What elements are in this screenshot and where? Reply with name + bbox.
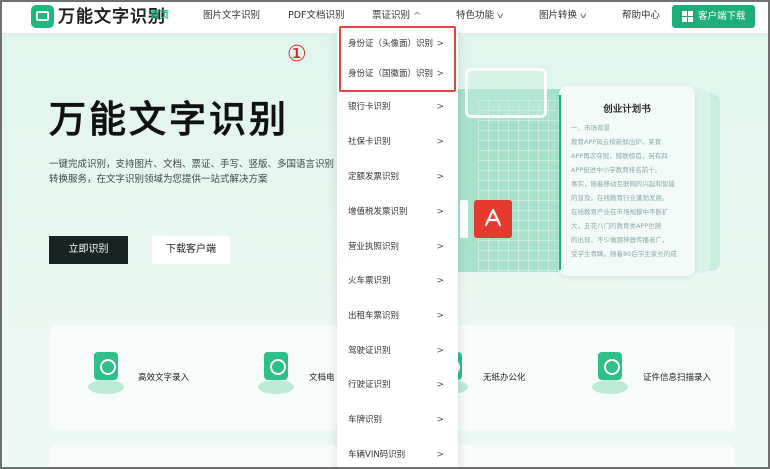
nav-pdf-ocr[interactable]: PDF文档识别 — [288, 9, 345, 23]
start-recognition-button[interactable]: 立即识别 — [49, 236, 128, 264]
chevron-down-icon: v — [580, 11, 587, 20]
document-line: 的出现，不少做题神器传播者广， — [571, 236, 669, 244]
document-line: APP再次夺冠，鲸联榜首，另有四 — [571, 152, 668, 160]
logo-icon[interactable] — [31, 5, 54, 28]
chevron-right-icon: > — [436, 276, 444, 286]
nav-image-ocr[interactable]: 图片文字识别 — [203, 9, 260, 23]
chevron-right-icon: > — [436, 415, 444, 425]
nav-special-features[interactable]: 特色功能 v — [456, 9, 504, 23]
nav-ticket-ocr[interactable]: 票证识别 ^ — [372, 9, 423, 23]
download-client-button[interactable]: 下载客户端 — [152, 236, 230, 264]
annotation-callout-number: ① — [287, 42, 307, 67]
hero-description: 一键完成识别，支持图片、文档、票证、手写、竖版、多国语言识别转换服务，在文字识别… — [49, 159, 335, 185]
chevron-right-icon: > — [436, 102, 444, 112]
document-line: 的普及，在线教育行业蓬勃发展。 — [571, 194, 669, 202]
menu-item-vat-invoice[interactable]: 增值税发票识别 > — [337, 200, 458, 224]
feature-label: 文档电 — [309, 373, 335, 383]
windows-icon — [682, 11, 693, 22]
document-line: 教育APP风云榜新鲜出炉，某育 — [571, 138, 662, 146]
nav-image-convert[interactable]: 图片转换 v — [539, 9, 587, 23]
chevron-right-icon: > — [436, 450, 444, 460]
chevron-down-icon: v — [497, 11, 504, 20]
feature-label: 无纸办公化 — [483, 373, 526, 383]
menu-item-fixed-invoice[interactable]: 定额发票识别 > — [337, 165, 458, 189]
id-scan-icon — [592, 352, 628, 396]
document-line: 事实，随着移动互联网的兴起和智能 — [571, 180, 675, 188]
hero-title: 万能文字识别 — [49, 98, 289, 141]
business-plan-document: 创业计划书 一、市场背景 教育APP风云榜新鲜出炉，某育 APP再次夺冠，鲸联榜… — [559, 86, 695, 276]
document-line: 一、市场背景 — [571, 124, 610, 132]
side-card — [460, 200, 468, 238]
chevron-right-icon: > — [436, 346, 444, 356]
text-entry-icon — [88, 352, 124, 396]
chevron-right-icon: > — [436, 311, 444, 321]
scan-frame-icon — [465, 68, 547, 118]
feature-label: 高效文字录入 — [138, 373, 190, 383]
client-download-button[interactable]: 客户端下载 — [672, 5, 755, 28]
menu-item-business-license[interactable]: 营业执照识别 > — [337, 235, 458, 259]
chevron-right-icon: > — [436, 242, 444, 252]
document-line: APP挺进中小学教育排名前十。 — [571, 166, 662, 174]
document-line: 受学生青睐。随着80后学生家长的成 — [571, 250, 677, 258]
annotation-highlight-box — [339, 26, 456, 92]
document-icon — [258, 352, 294, 396]
menu-item-vehicle-license[interactable]: 行驶证识别 > — [337, 373, 458, 397]
feature-label: 证件信息扫描录入 — [643, 373, 712, 383]
document-line: 在线教育产业在市场规模中不断扩 — [571, 208, 669, 216]
ticket-ocr-dropdown-menu: 身份证（头像面）识别 > 身份证（国徽面）识别 > 银行卡识别 > 社保卡识别 > 定额… — [337, 28, 458, 469]
illustration-grid — [478, 100, 570, 278]
nav-help-center[interactable]: 帮助中心 — [622, 9, 660, 23]
document-accent-bar — [559, 95, 561, 270]
chevron-up-icon: ^ — [412, 11, 423, 20]
menu-item-bank-card[interactable]: 银行卡识别 > — [337, 95, 458, 119]
menu-item-license-plate[interactable]: 车牌识别 > — [337, 408, 458, 432]
menu-item-social-security-card[interactable]: 社保卡识别 > — [337, 130, 458, 154]
document-line: 大，五花八门的教育类APP也随 — [571, 222, 662, 230]
chevron-right-icon: > — [436, 137, 444, 147]
nav-home[interactable]: 首页 — [150, 9, 169, 23]
menu-item-driver-license[interactable]: 驾驶证识别 > — [337, 339, 458, 363]
pdf-icon — [474, 200, 512, 238]
chevron-right-icon: > — [436, 380, 444, 390]
chevron-right-icon: > — [436, 207, 444, 217]
menu-item-taxi-receipt[interactable]: 出租车票识别 > — [337, 304, 458, 328]
menu-item-train-ticket[interactable]: 火车票识别 > — [337, 269, 458, 293]
menu-item-vin-code[interactable]: 车辆VIN码识别 > — [337, 443, 458, 467]
chevron-right-icon: > — [436, 172, 444, 182]
document-title: 创业计划书 — [603, 104, 651, 115]
